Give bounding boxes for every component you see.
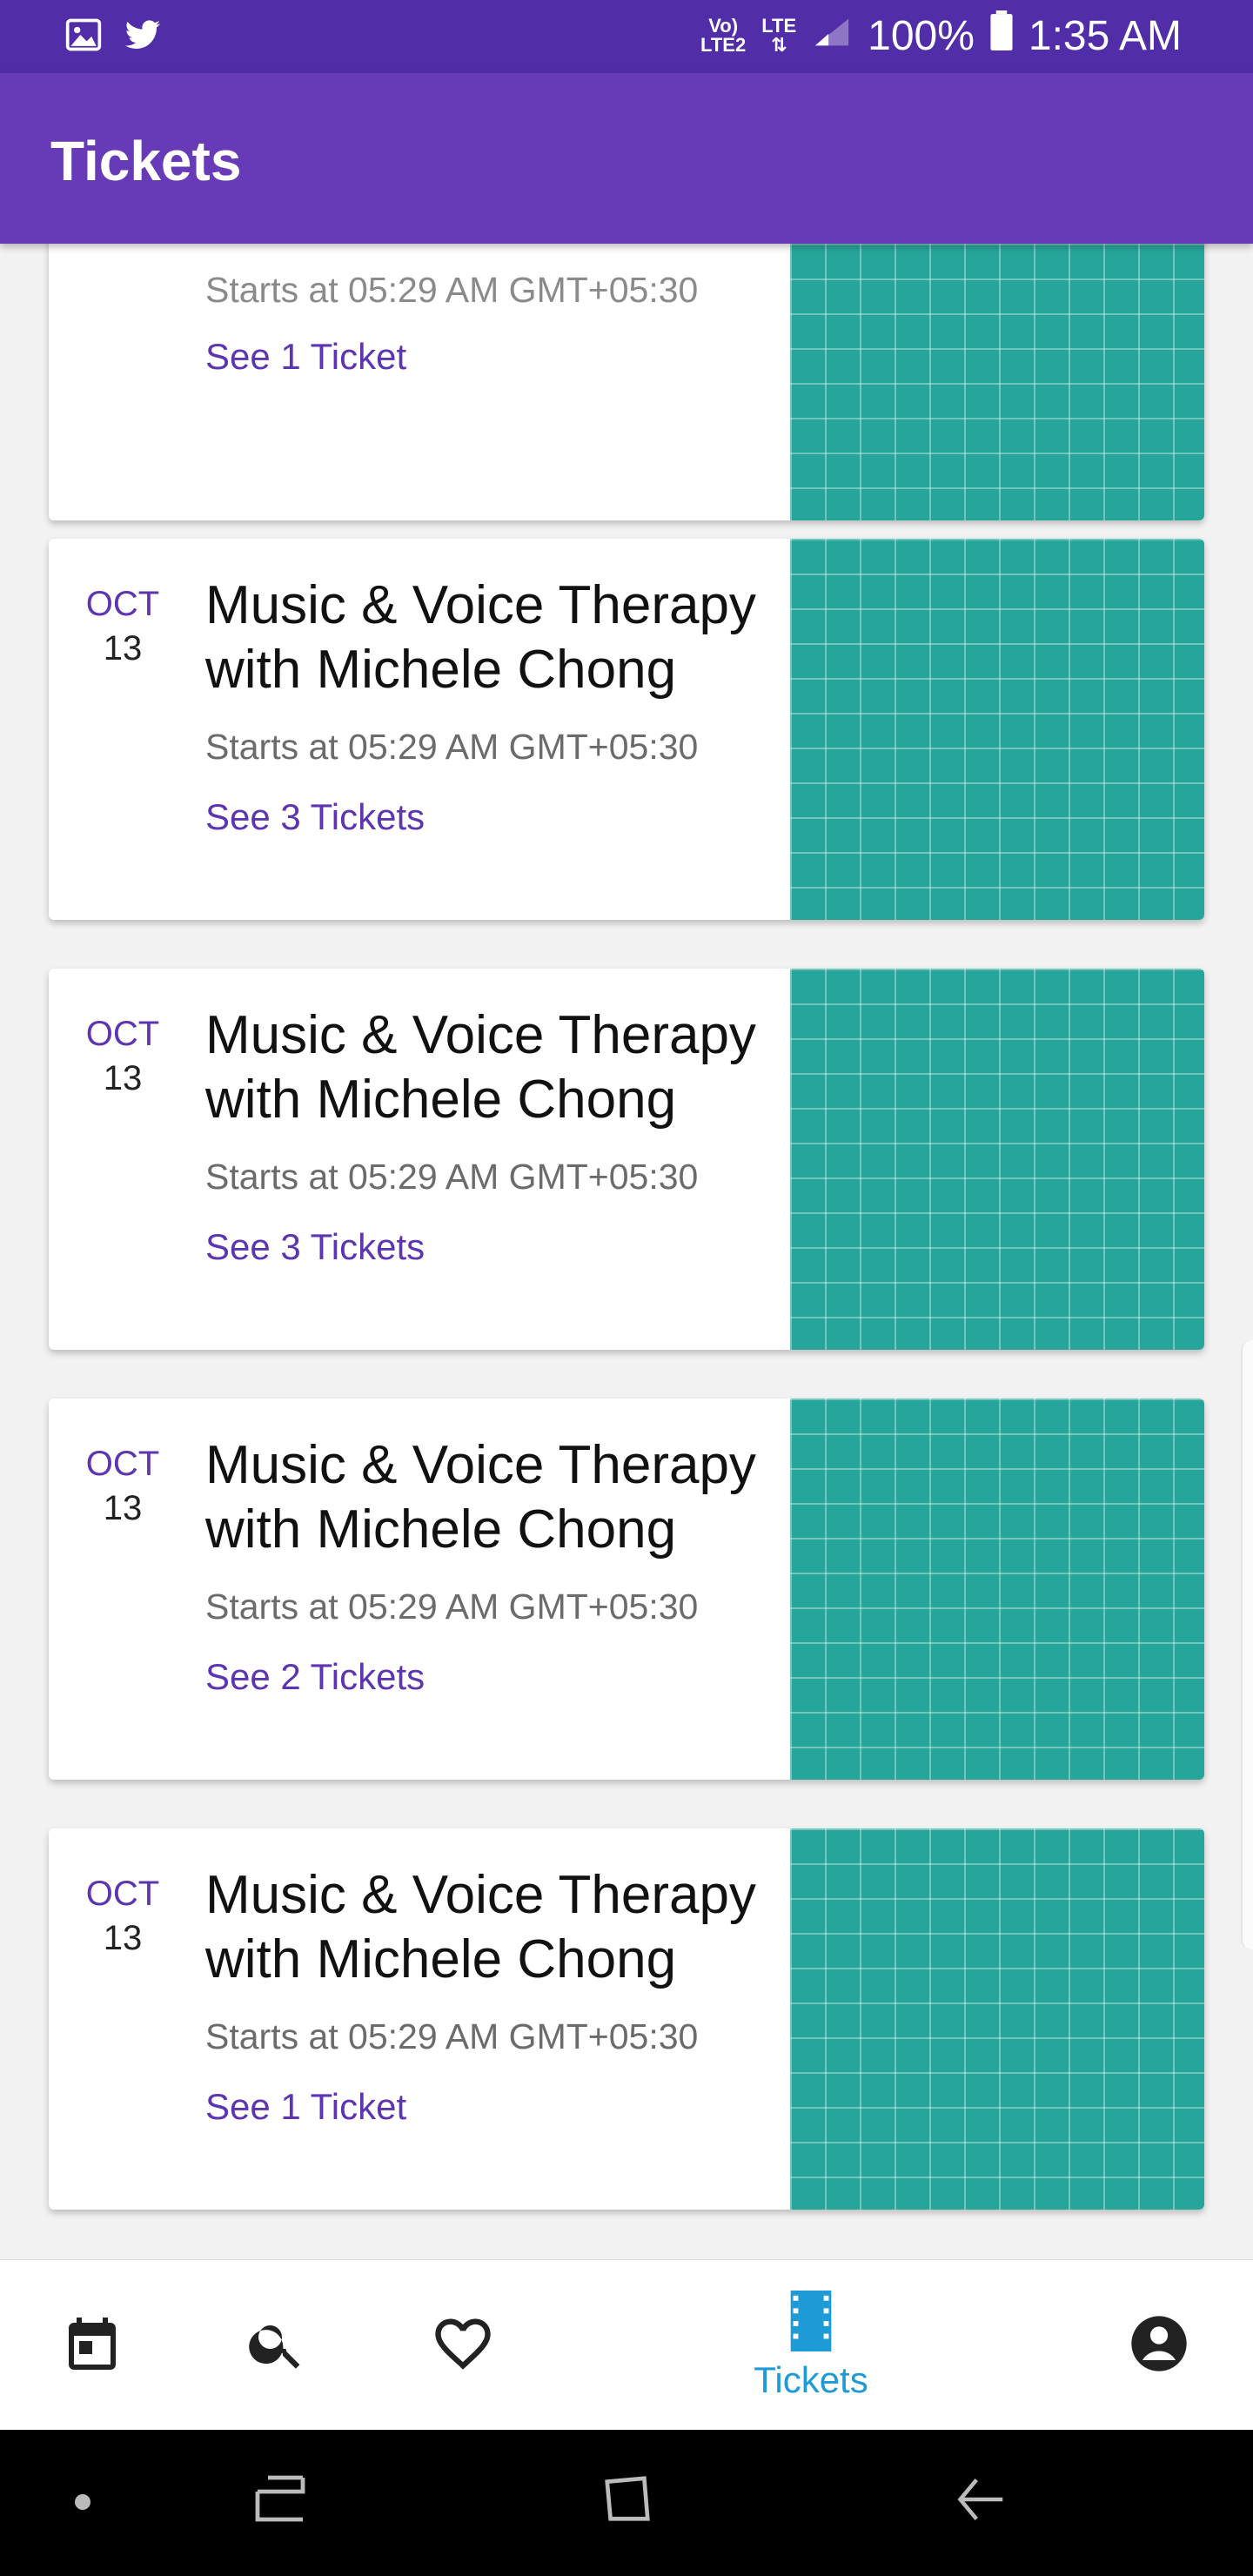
ticket-start-time: Starts at 05:29 AM GMT+05:30 <box>205 1587 699 1627</box>
event-thumbnail <box>790 244 1204 520</box>
volte-indicator: Vo) LTE2 <box>700 15 747 56</box>
page-title: Tickets <box>50 130 242 192</box>
event-thumbnail <box>790 969 1204 1350</box>
recent-apps-icon[interactable] <box>251 2468 306 2533</box>
ticket-card[interactable]: Starts at 05:29 AM GMT+05:30 See 1 Ticke… <box>49 244 1204 520</box>
event-month: OCT <box>85 585 160 623</box>
event-thumbnail <box>790 1828 1204 2210</box>
ticket-card[interactable]: OCT 13 Music & Voice Therapy with Michel… <box>49 539 1204 920</box>
nav-label-tickets: Tickets <box>754 2358 868 2400</box>
see-tickets-link[interactable]: See 3 Tickets <box>205 796 425 838</box>
ticket-start-time: Starts at 05:29 AM GMT+05:30 <box>205 2016 699 2056</box>
event-month: OCT <box>85 1445 160 1483</box>
battery-percent: 100% <box>868 12 975 59</box>
event-day: 13 <box>103 1059 143 1097</box>
event-date: OCT 13 <box>49 582 197 671</box>
see-tickets-link[interactable]: See 3 Tickets <box>205 1226 425 1268</box>
nav-item-account[interactable] <box>1107 2260 1211 2431</box>
search-icon <box>245 2312 308 2379</box>
heart-icon <box>430 2311 496 2381</box>
event-title: Music & Voice Therapy with Michele Chong <box>205 1865 756 1989</box>
nav-item-calendar[interactable] <box>40 2260 144 2431</box>
ticket-start-time: Starts at 05:29 AM GMT+05:30 <box>205 270 699 310</box>
ticket-list[interactable]: Starts at 05:29 AM GMT+05:30 See 1 Ticke… <box>0 244 1253 2259</box>
nav-item-search[interactable] <box>224 2260 329 2431</box>
ticket-card[interactable]: OCT 13 Music & Voice Therapy with Michel… <box>49 1399 1204 1780</box>
app-bar: Tickets <box>0 73 1253 244</box>
event-title: Music & Voice Therapy with Michele Chong <box>205 575 756 700</box>
twitter-icon <box>122 16 164 58</box>
nav-item-favorites[interactable] <box>411 2260 515 2431</box>
event-month: OCT <box>85 1015 160 1053</box>
back-icon[interactable] <box>952 2473 1008 2530</box>
ticket-film-icon <box>783 2290 839 2356</box>
dot-icon[interactable] <box>73 2492 92 2516</box>
system-navigation-bar <box>0 2430 1253 2576</box>
home-icon[interactable] <box>600 2472 654 2530</box>
calendar-icon <box>61 2312 124 2379</box>
status-bar: Vo) LTE2 LTE ⇅ 100% 1:35 AM <box>0 0 1253 73</box>
clock: 1:35 AM <box>1028 12 1182 59</box>
event-date: OCT 13 <box>49 1872 197 1961</box>
event-month: OCT <box>85 1875 160 1913</box>
gallery-icon <box>64 16 103 58</box>
signal-icon <box>812 12 852 60</box>
event-thumbnail <box>790 539 1204 920</box>
bottom-navigation: Tickets <box>0 2259 1253 2431</box>
see-tickets-link[interactable]: See 2 Tickets <box>205 1656 425 1698</box>
see-tickets-link[interactable]: See 1 Ticket <box>205 336 406 378</box>
scroll-indicator[interactable] <box>1241 1340 1253 1949</box>
battery-icon <box>990 10 1013 61</box>
ticket-start-time: Starts at 05:29 AM GMT+05:30 <box>205 727 699 767</box>
lte-indicator: LTE ⇅ <box>761 15 797 56</box>
ticket-card[interactable]: OCT 13 Music & Voice Therapy with Michel… <box>49 1828 1204 2210</box>
event-date: OCT 13 <box>49 1442 197 1531</box>
event-thumbnail <box>790 1399 1204 1780</box>
see-tickets-link[interactable]: See 1 Ticket <box>205 2086 406 2128</box>
event-day: 13 <box>103 1489 143 1527</box>
ticket-card[interactable]: OCT 13 Music & Voice Therapy with Michel… <box>49 969 1204 1350</box>
event-day: 13 <box>103 1919 143 1957</box>
event-day: 13 <box>103 629 143 667</box>
event-title: Music & Voice Therapy with Michele Chong <box>205 1005 756 1130</box>
event-title: Music & Voice Therapy with Michele Chong <box>205 1435 756 1560</box>
nav-item-tickets[interactable]: Tickets <box>724 2260 898 2431</box>
event-date: OCT 13 <box>49 1012 197 1101</box>
ticket-start-time: Starts at 05:29 AM GMT+05:30 <box>205 1157 699 1197</box>
account-icon <box>1126 2311 1192 2381</box>
